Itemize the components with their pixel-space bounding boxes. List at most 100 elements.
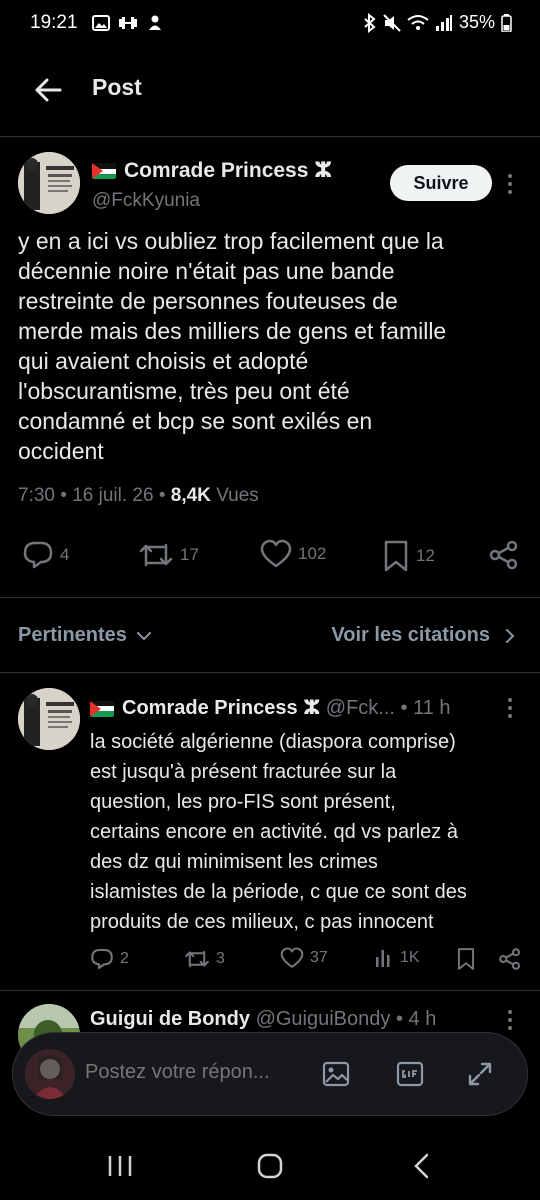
post-meta: 7:30 • 16 juil. 26 • 8,4K Vues <box>18 485 259 506</box>
recent-apps-icon <box>108 1156 132 1176</box>
reply-reply-count: 2 <box>120 950 129 967</box>
filter-divider <box>0 672 540 673</box>
reply-repost-button[interactable]: 3 <box>184 947 225 971</box>
repost-button[interactable]: 17 <box>138 539 199 571</box>
reply-author-handle[interactable]: @Fck... <box>326 697 395 719</box>
replies-filter-row: Pertinentes Voir les citations <box>0 615 540 657</box>
reply2-author-handle[interactable]: @GuiguiBondy <box>256 1008 391 1030</box>
reply2-more-button[interactable] <box>502 1008 518 1032</box>
reply2-age: 4 h <box>408 1008 437 1030</box>
page-title: Post <box>92 74 142 100</box>
home-icon <box>257 1153 283 1179</box>
signal-icon <box>435 14 452 31</box>
add-image-button[interactable] <box>321 1059 351 1089</box>
reply2-header: Guigui de Bondy @GuiguiBondy • 4 h <box>90 1008 437 1030</box>
back-button[interactable] <box>30 72 66 108</box>
follow-button[interactable]: Suivre <box>390 165 492 201</box>
reply-reply-button[interactable]: 2 <box>90 947 129 971</box>
bluetooth-icon <box>364 12 376 33</box>
actions-divider <box>0 597 540 598</box>
reply-composer <box>12 1032 528 1116</box>
reply-more-button[interactable] <box>502 696 518 720</box>
bookmark-count: 12 <box>416 546 435 565</box>
repost-icon <box>139 543 173 567</box>
notification-icons <box>92 14 164 32</box>
add-gif-button[interactable] <box>395 1059 425 1089</box>
more-vertical-icon <box>508 698 512 718</box>
like-count: 102 <box>298 544 327 563</box>
views-chart-icon <box>376 950 390 967</box>
author-name[interactable]: Comrade Princess ⵣ <box>92 158 332 183</box>
reply-age: 11 h <box>413 697 451 719</box>
reply-author-avatar[interactable] <box>18 688 80 750</box>
app-notification-icon <box>149 15 161 30</box>
bookmark-icon <box>457 948 475 970</box>
system-status: 35% <box>363 12 512 33</box>
repost-icon <box>185 950 209 968</box>
more-vertical-icon <box>508 1010 512 1030</box>
heart-icon <box>260 539 292 568</box>
post-date: 16 juil. 26 <box>72 485 154 506</box>
post-actions: 4 17 102 12 <box>0 535 540 575</box>
status-time: 19:21 <box>30 12 78 33</box>
gif-icon <box>396 1061 424 1087</box>
chevron-left-icon <box>414 1153 429 1179</box>
post-header: Post <box>0 54 540 124</box>
reply-text: la société algérienne (diaspora comprise… <box>90 731 467 933</box>
author-avatar[interactable] <box>18 152 80 214</box>
view-quotes-label: Voir les citations <box>331 624 490 646</box>
reply-share-button[interactable] <box>498 947 522 971</box>
sort-label: Pertinentes <box>18 624 127 646</box>
arrow-left-icon <box>35 78 62 102</box>
image-icon <box>322 1061 350 1087</box>
palestine-flag-icon <box>90 700 114 717</box>
views-count: 8,4K <box>170 485 211 506</box>
mute-icon <box>383 13 401 32</box>
reply-views-button[interactable]: 1K <box>374 947 420 969</box>
reply-actions: 2 3 37 1K <box>0 945 540 975</box>
bookmark-button[interactable]: 12 <box>382 539 435 573</box>
share-button[interactable] <box>488 539 520 571</box>
sort-dropdown[interactable]: Pertinentes <box>18 624 153 647</box>
author-name-text: Comrade Princess ⵣ <box>124 159 333 182</box>
reply-icon <box>23 541 53 569</box>
expand-composer-button[interactable] <box>465 1059 495 1089</box>
gallery-notification-icon <box>92 15 110 31</box>
chevron-right-icon <box>506 628 515 643</box>
heart-icon <box>280 947 304 968</box>
reply-repost-count: 3 <box>216 950 225 967</box>
palestine-flag-icon <box>92 163 116 180</box>
reply-count: 4 <box>60 545 70 564</box>
repost-count: 17 <box>180 545 199 564</box>
wifi-icon <box>407 14 429 30</box>
reply-views-count: 1K <box>400 949 420 966</box>
post-time: 7:30 <box>18 485 55 506</box>
fitness-notification-icon <box>119 17 137 29</box>
system-back-button[interactable] <box>402 1150 442 1182</box>
expand-icon <box>468 1062 492 1086</box>
reply-button[interactable]: 4 <box>22 539 69 571</box>
post-more-button[interactable] <box>502 172 518 196</box>
battery-icon <box>501 13 512 32</box>
reply-bookmark-button[interactable] <box>456 947 476 971</box>
reply-like-button[interactable]: 37 <box>280 947 328 969</box>
header-divider <box>0 136 540 137</box>
home-button[interactable] <box>250 1150 290 1182</box>
reply-like-count: 37 <box>310 949 328 966</box>
battery-percent: 35% <box>458 12 495 32</box>
like-button[interactable]: 102 <box>260 539 326 569</box>
view-quotes-link[interactable]: Voir les citations <box>331 624 516 647</box>
reply-input[interactable] <box>85 1061 295 1084</box>
reply-author-name[interactable]: Comrade Princess ⵣ <box>122 697 320 719</box>
recent-apps-button[interactable] <box>100 1150 140 1182</box>
reply-icon <box>91 948 113 970</box>
system-nav-bar <box>0 1130 540 1200</box>
status-bar: 19:21 35% <box>0 0 540 48</box>
views-label: Vues <box>216 485 259 506</box>
share-icon <box>499 948 521 970</box>
bookmark-icon <box>384 540 408 572</box>
author-handle[interactable]: @FckKyunia <box>92 190 200 212</box>
reply2-author-name[interactable]: Guigui de Bondy <box>90 1008 250 1030</box>
share-icon <box>489 540 518 570</box>
more-vertical-icon <box>508 174 512 194</box>
